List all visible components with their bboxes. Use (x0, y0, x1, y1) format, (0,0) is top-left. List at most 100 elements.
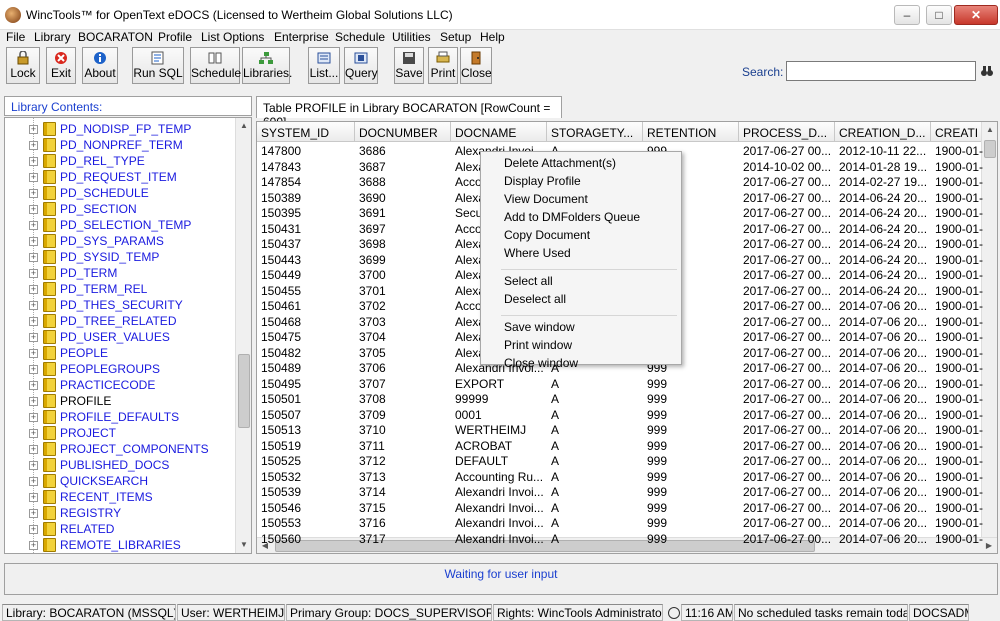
column-header[interactable]: DOCNAME (451, 122, 547, 142)
library-tree-item[interactable]: + PD_REQUEST_ITEM (5, 169, 235, 185)
save-button[interactable]: Save (394, 47, 424, 84)
expand-toggle-icon[interactable]: + (29, 253, 38, 262)
expand-toggle-icon[interactable]: + (29, 285, 38, 294)
table-row[interactable]: 150519 3711 ACROBAT A 999 2017-06-27 00... 201… (257, 438, 997, 454)
context-menu-item[interactable]: View Document (504, 192, 588, 206)
column-header[interactable]: DOCNUMBER (355, 122, 451, 142)
table-row[interactable]: 150495 3707 EXPORT A 999 2017-06-27 00... 2014… (257, 376, 997, 392)
expand-toggle-icon[interactable]: + (29, 189, 38, 198)
menu-library[interactable]: Library (34, 30, 71, 44)
menu-utilities[interactable]: Utilities (392, 30, 431, 44)
table-row[interactable]: 150525 3712 DEFAULT A 999 2017-06-27 00... 201… (257, 453, 997, 469)
library-tree-item[interactable]: + PD_SYSID_TEMP (5, 249, 235, 265)
table-tab[interactable]: Table PROFILE in Library BOCARATON [RowC… (256, 96, 562, 129)
column-header[interactable]: STORAGETY... (547, 122, 643, 142)
expand-toggle-icon[interactable]: + (29, 397, 38, 406)
context-menu-item[interactable]: Copy Document (504, 228, 590, 242)
expand-toggle-icon[interactable]: + (29, 205, 38, 214)
binoculars-icon[interactable] (980, 64, 994, 78)
context-menu-item[interactable]: Save window (504, 320, 575, 334)
lock-button[interactable]: Lock (6, 47, 40, 84)
menu-profile[interactable]: Profile (158, 30, 192, 44)
table-row[interactable]: 150546 3715 Alexandri Invoi... A 999 2017-06-… (257, 500, 997, 516)
column-header[interactable]: RETENTION (643, 122, 739, 142)
print-button[interactable]: Print (428, 47, 458, 84)
minimize-button[interactable]: – (894, 5, 920, 25)
close-window-button[interactable]: ✕ (954, 5, 998, 25)
library-tree-item[interactable]: + QUICKSEARCH (5, 473, 235, 489)
library-tree[interactable]: ▲ ▼ + PD_NODISP_FP_TEMP + PD_NONPREF_TERM + P… (4, 117, 252, 554)
scroll-down-arrow[interactable]: ▼ (236, 537, 251, 553)
search-input[interactable] (786, 61, 976, 81)
table-row[interactable]: 150553 3716 Alexandri Invoi... A 999 2017-06-… (257, 515, 997, 531)
expand-toggle-icon[interactable]: + (29, 269, 38, 278)
library-tree-item[interactable]: + PD_USER_VALUES (5, 329, 235, 345)
column-header[interactable]: CREATION_D... (835, 122, 931, 142)
expand-toggle-icon[interactable]: + (29, 493, 38, 502)
expand-toggle-icon[interactable]: + (29, 157, 38, 166)
context-menu-item[interactable]: Add to DMFolders Queue (504, 210, 640, 224)
expand-toggle-icon[interactable]: + (29, 349, 38, 358)
query-button[interactable]: Query (344, 47, 378, 84)
expand-toggle-icon[interactable]: + (29, 509, 38, 518)
menu-setup[interactable]: Setup (440, 30, 471, 44)
library-tree-item[interactable]: + PROJECT (5, 425, 235, 441)
library-tree-item[interactable]: + PD_THES_SECURITY (5, 297, 235, 313)
library-tree-item[interactable]: + PD_SELECTION_TEMP (5, 217, 235, 233)
grid-scroll-up-arrow[interactable]: ▲ (982, 122, 997, 138)
table-row[interactable]: 150501 3708 99999 A 999 2017-06-27 00... 2014-… (257, 391, 997, 407)
expand-toggle-icon[interactable]: + (29, 317, 38, 326)
expand-toggle-icon[interactable]: + (29, 541, 38, 550)
expand-toggle-icon[interactable]: + (29, 429, 38, 438)
table-row[interactable]: 150513 3710 WERTHEIMJ A 999 2017-06-27 00... 2… (257, 422, 997, 438)
library-tree-item[interactable]: + PD_SECTION (5, 201, 235, 217)
context-menu-item[interactable]: Deselect all (504, 292, 566, 306)
scroll-thumb[interactable] (238, 354, 250, 428)
library-tree-item[interactable]: + RECENT_ITEMS (5, 489, 235, 505)
library-tree-item[interactable]: + PRACTICECODE (5, 377, 235, 393)
context-menu-item[interactable]: Select all (504, 274, 553, 288)
close-button[interactable]: Close (460, 47, 492, 84)
expand-toggle-icon[interactable]: + (29, 381, 38, 390)
menu-file[interactable]: File (6, 30, 25, 44)
expand-toggle-icon[interactable]: + (29, 477, 38, 486)
expand-toggle-icon[interactable]: + (29, 525, 38, 534)
expand-toggle-icon[interactable]: + (29, 333, 38, 342)
expand-toggle-icon[interactable]: + (29, 301, 38, 310)
maximize-button[interactable]: □ (926, 5, 952, 25)
table-row[interactable]: 150532 3713 Accounting Ru... A 999 2017-06-27… (257, 469, 997, 485)
library-tree-item[interactable]: + PD_NODISP_FP_TEMP (5, 121, 235, 137)
context-menu-item[interactable]: Display Profile (504, 174, 581, 188)
library-tree-item[interactable]: + PROFILE_DEFAULTS (5, 409, 235, 425)
expand-toggle-icon[interactable]: + (29, 237, 38, 246)
libraries-button[interactable]: Libraries. (242, 47, 292, 84)
library-tree-item[interactable]: + PUBLISHED_DOCS (5, 457, 235, 473)
library-tree-item[interactable]: + RELATED (5, 521, 235, 537)
column-header[interactable]: PROCESS_D... (739, 122, 835, 142)
menu-list-options[interactable]: List Options (201, 30, 264, 44)
scroll-up-arrow[interactable]: ▲ (236, 118, 251, 134)
expand-toggle-icon[interactable]: + (29, 413, 38, 422)
library-tree-item[interactable]: + PROJECT_COMPONENTS (5, 441, 235, 457)
expand-toggle-icon[interactable]: + (29, 221, 38, 230)
library-tree-item[interactable]: + PD_TERM (5, 265, 235, 281)
run-sql-button[interactable]: Run SQL (132, 47, 184, 84)
context-menu-item[interactable]: Print window (504, 338, 572, 352)
schedule-button[interactable]: Schedule (190, 47, 241, 84)
library-tree-item[interactable]: + PEOPLE (5, 345, 235, 361)
context-menu-item[interactable]: Close window (504, 356, 578, 370)
expand-toggle-icon[interactable]: + (29, 141, 38, 150)
library-tree-item[interactable]: + PEOPLEGROUPS (5, 361, 235, 377)
library-tree-item[interactable]: + PD_TERM_REL (5, 281, 235, 297)
library-tree-item[interactable]: + PD_NONPREF_TERM (5, 137, 235, 153)
expand-toggle-icon[interactable]: + (29, 445, 38, 454)
table-row[interactable]: 150507 3709 0001 A 999 2017-06-27 00... 2014-0… (257, 407, 997, 423)
tree-vertical-scrollbar[interactable]: ▲ ▼ (235, 118, 251, 553)
list-button[interactable]: List... (308, 47, 340, 84)
library-tree-item[interactable]: + PD_TREE_RELATED (5, 313, 235, 329)
library-tree-item[interactable]: + REGISTRY (5, 505, 235, 521)
library-tree-item[interactable]: + PROFILE (5, 393, 235, 409)
expand-toggle-icon[interactable]: + (29, 365, 38, 374)
library-tree-item[interactable]: + PD_REL_TYPE (5, 153, 235, 169)
exit-button[interactable]: Exit (46, 47, 76, 84)
